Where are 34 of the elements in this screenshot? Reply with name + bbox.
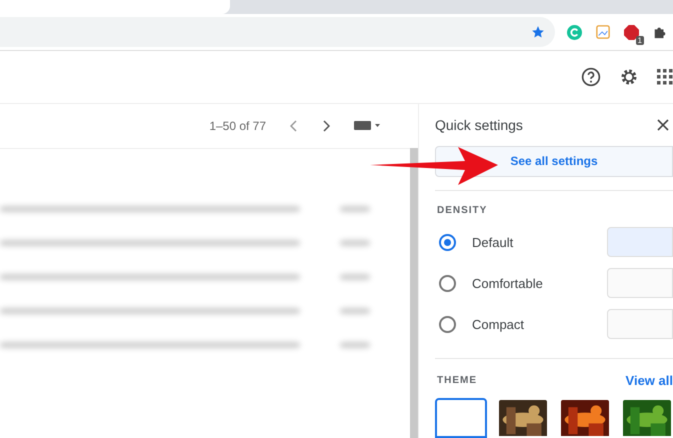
theme-thumbnail[interactable] <box>621 398 673 438</box>
density-option: Default <box>472 234 591 250</box>
density-option: Comfortable <box>472 276 591 291</box>
radio-button[interactable] <box>439 316 456 333</box>
settings-icon[interactable] <box>619 67 639 87</box>
star-icon[interactable] <box>531 25 545 39</box>
theme-thumbnail[interactable] <box>435 398 487 438</box>
previous-icon[interactable] <box>290 120 298 132</box>
blurred-date <box>340 274 370 280</box>
help-icon[interactable] <box>581 67 601 87</box>
close-icon[interactable] <box>657 119 669 132</box>
blurred-date <box>340 308 370 314</box>
density-option: Compact <box>472 316 591 332</box>
blurred-date <box>340 206 370 212</box>
apps-grid-icon[interactable] <box>657 69 673 85</box>
extension-badge: 1 <box>636 36 644 44</box>
density-label: DENSITY <box>437 204 488 216</box>
stop-sign-icon[interactable] <box>624 24 639 40</box>
theme-thumbnail[interactable] <box>559 398 611 438</box>
panel-title: Quick settings <box>435 117 523 134</box>
radio-button[interactable] <box>439 274 456 292</box>
keyboard-icon[interactable] <box>354 121 380 131</box>
blurred-date <box>340 240 370 246</box>
image-icon[interactable] <box>596 25 610 39</box>
scrollbar[interactable] <box>410 148 418 438</box>
density-preview <box>607 227 673 258</box>
view-all-link[interactable]: View all <box>626 373 673 388</box>
radio-button[interactable] <box>439 234 456 251</box>
blurred-date <box>340 342 370 348</box>
puzzle-icon[interactable] <box>653 25 667 39</box>
theme-label: THEME <box>437 375 477 386</box>
next-icon[interactable] <box>322 120 330 132</box>
theme-thumbnail[interactable] <box>497 398 549 438</box>
pagination-text: 1–50 of 77 <box>209 119 266 133</box>
